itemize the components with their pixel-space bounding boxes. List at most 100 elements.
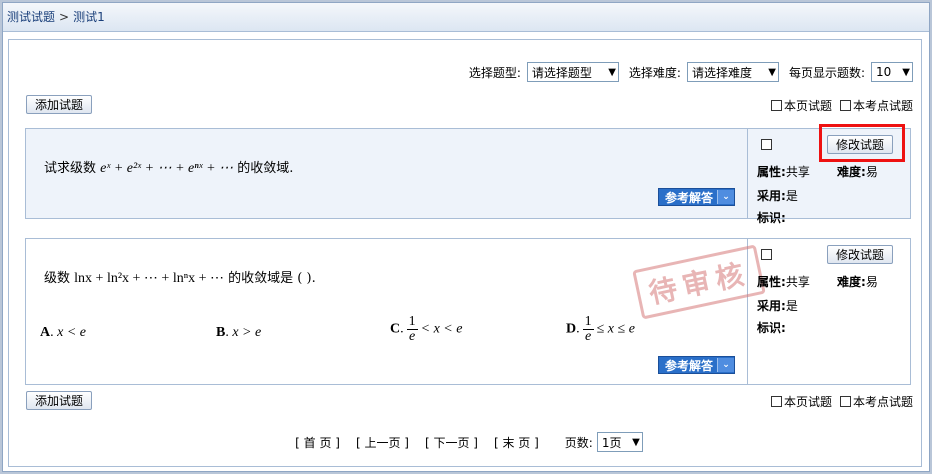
- highlight-box: [819, 124, 905, 162]
- page-number-label: 页数:: [564, 435, 593, 450]
- fraction-numerator: 1: [582, 314, 594, 330]
- this-page-label: 本页试题: [783, 99, 832, 113]
- fraction-denominator: e: [409, 329, 416, 344]
- adopt-value: 是: [785, 189, 798, 203]
- difficulty-field: 难度:易: [837, 273, 878, 290]
- tag-field: 标识:: [757, 209, 786, 226]
- difficulty-select[interactable]: 请选择难度 ▼: [686, 62, 779, 82]
- select-checks-top: 本页试题 本考点试题: [763, 97, 913, 114]
- edit-question-button[interactable]: 修改试题: [827, 245, 894, 264]
- option-expr: x < e: [57, 325, 86, 340]
- this-point-label: 本考点试题: [852, 99, 913, 113]
- adopt-label: 采用:: [757, 299, 786, 313]
- breadcrumb-root[interactable]: 测试试题: [7, 3, 55, 31]
- difficulty-label: 难度:: [837, 165, 866, 179]
- question-content: 试求级数 eˣ + e²ˣ + ⋯ + eⁿˣ + ⋯ 的收敛域. 参考解答 ⌄: [26, 129, 748, 218]
- type-filter-label: 选择题型:: [468, 65, 521, 80]
- question-formula: eˣ + e²ˣ + ⋯ + eⁿˣ + ⋯: [100, 161, 234, 176]
- chevron-down-icon: ▼: [632, 436, 640, 448]
- question-card-2: 级数 lnx + ln²x + ⋯ + lnⁿx + ⋯ 的收敛域是 ( ). …: [25, 238, 911, 385]
- breadcrumb-separator: >: [59, 10, 70, 24]
- main-panel: 选择题型: 请选择题型 ▼ 选择难度: 请选择难度 ▼ 每页显示题数: 10 ▼ 添加…: [8, 39, 922, 467]
- this-point-checkbox[interactable]: [839, 100, 851, 111]
- tag-label: 标识:: [757, 321, 786, 335]
- question-suffix: 的收敛域是 ( ).: [228, 271, 316, 286]
- chevron-down-icon: ▼: [608, 66, 616, 78]
- reference-answer-label: 参考解答: [664, 190, 713, 205]
- option-letter: B: [216, 325, 226, 340]
- difficulty-value: 易: [865, 165, 878, 179]
- reference-answer-button[interactable]: 参考解答 ⌄: [657, 356, 735, 374]
- option-letter: C: [390, 321, 401, 337]
- option-expr: < x < e: [420, 321, 463, 337]
- option-b: B. x > e: [216, 325, 262, 340]
- chevron-double-down-icon: ⌄: [717, 358, 734, 372]
- question-prefix: 试求级数: [44, 161, 97, 176]
- attr-value: 共享: [785, 165, 810, 179]
- question-side: 修改试题 属性:共享 难度:易 采用:是 标识:: [747, 239, 910, 384]
- filter-row: 选择题型: 请选择题型 ▼ 选择难度: 请选择难度 ▼ 每页显示题数: 10 ▼: [459, 60, 913, 84]
- window-frame: 测试试题 > 测试1 选择题型: 请选择题型 ▼ 选择难度: 请选择难度 ▼ 每页显示题…: [2, 2, 930, 472]
- reference-answer-button[interactable]: 参考解答 ⌄: [657, 188, 735, 206]
- this-page-checkbox[interactable]: [770, 100, 782, 111]
- pagination: [ 首 页 ] [ 上一页 ] [ 下一页 ] [ 末 页 ] 页数: 1页 ▼: [9, 432, 921, 452]
- option-expr: ≤ x ≤ e: [596, 321, 635, 337]
- option-letter: A: [40, 325, 51, 340]
- difficulty-select-value: 请选择难度: [691, 65, 752, 80]
- add-question-button-top[interactable]: 添加试题: [26, 95, 93, 114]
- difficulty-label: 难度:: [837, 275, 866, 289]
- adopt-field: 采用:是: [757, 297, 798, 314]
- tag-label: 标识:: [757, 211, 786, 225]
- option-expr: x > e: [232, 325, 262, 340]
- next-page-link[interactable]: [ 下一页 ]: [425, 434, 478, 451]
- difficulty-field: 难度:易: [837, 163, 878, 180]
- difficulty-filter-label: 选择难度:: [628, 65, 681, 80]
- question-suffix: 的收敛域.: [237, 161, 294, 176]
- adopt-field: 采用:是: [757, 187, 798, 204]
- fraction-numerator: 1: [406, 314, 418, 330]
- attr-label: 属性:: [757, 275, 786, 289]
- question-prefix: 级数: [44, 271, 71, 286]
- option-a: A. x < e: [40, 325, 86, 340]
- reference-answer-label: 参考解答: [664, 358, 713, 373]
- adopt-label: 采用:: [757, 189, 786, 203]
- last-page-link[interactable]: [ 末 页 ]: [494, 434, 539, 451]
- difficulty-value: 易: [865, 275, 878, 289]
- adopt-value: 是: [785, 299, 798, 313]
- first-page-link[interactable]: [ 首 页 ]: [295, 434, 340, 451]
- page-select[interactable]: 1页 ▼: [596, 432, 643, 452]
- attr-label: 属性:: [757, 165, 786, 179]
- page-select-value: 1页: [601, 435, 622, 450]
- question-text: 试求级数 eˣ + e²ˣ + ⋯ + eⁿˣ + ⋯ 的收敛域.: [44, 157, 293, 177]
- type-select[interactable]: 请选择题型 ▼: [526, 62, 619, 82]
- fraction-denominator: e: [585, 329, 592, 344]
- per-page-label: 每页显示题数:: [788, 65, 865, 80]
- attr-field: 属性:共享: [757, 163, 810, 180]
- question-text: 级数 lnx + ln²x + ⋯ + lnⁿx + ⋯ 的收敛域是 ( ).: [44, 267, 316, 287]
- attr-value: 共享: [785, 275, 810, 289]
- per-page-select-value: 10: [876, 65, 892, 79]
- question-select-checkbox[interactable]: [761, 249, 772, 260]
- prev-page-link[interactable]: [ 上一页 ]: [356, 434, 409, 451]
- tag-field: 标识:: [757, 319, 786, 336]
- breadcrumb: 测试试题 > 测试1: [3, 3, 929, 32]
- this-page-checkbox[interactable]: [770, 396, 782, 407]
- fraction: 1e: [406, 314, 418, 344]
- type-select-value: 请选择题型: [531, 65, 592, 80]
- chevron-down-icon: ▼: [902, 66, 910, 78]
- breadcrumb-current: 测试1: [73, 10, 105, 24]
- question-card-1: 试求级数 eˣ + e²ˣ + ⋯ + eⁿˣ + ⋯ 的收敛域. 参考解答 ⌄…: [25, 128, 911, 225]
- chevron-double-down-icon: ⌄: [717, 190, 734, 204]
- fraction: 1e: [582, 314, 594, 344]
- chevron-down-icon: ▼: [768, 66, 776, 78]
- this-point-checkbox[interactable]: [839, 396, 851, 407]
- option-letter: D: [566, 321, 577, 337]
- per-page-select[interactable]: 10 ▼: [871, 62, 913, 82]
- select-checks-bottom: 本页试题 本考点试题: [763, 393, 913, 410]
- attr-field: 属性:共享: [757, 273, 810, 290]
- option-d: D. 1 e ≤ x ≤ e: [566, 314, 635, 344]
- question-formula: lnx + ln²x + ⋯ + lnⁿx + ⋯: [74, 271, 225, 286]
- question-select-checkbox[interactable]: [761, 139, 772, 150]
- add-question-button-bottom[interactable]: 添加试题: [26, 391, 93, 410]
- option-c: C. 1 e < x < e: [390, 314, 463, 344]
